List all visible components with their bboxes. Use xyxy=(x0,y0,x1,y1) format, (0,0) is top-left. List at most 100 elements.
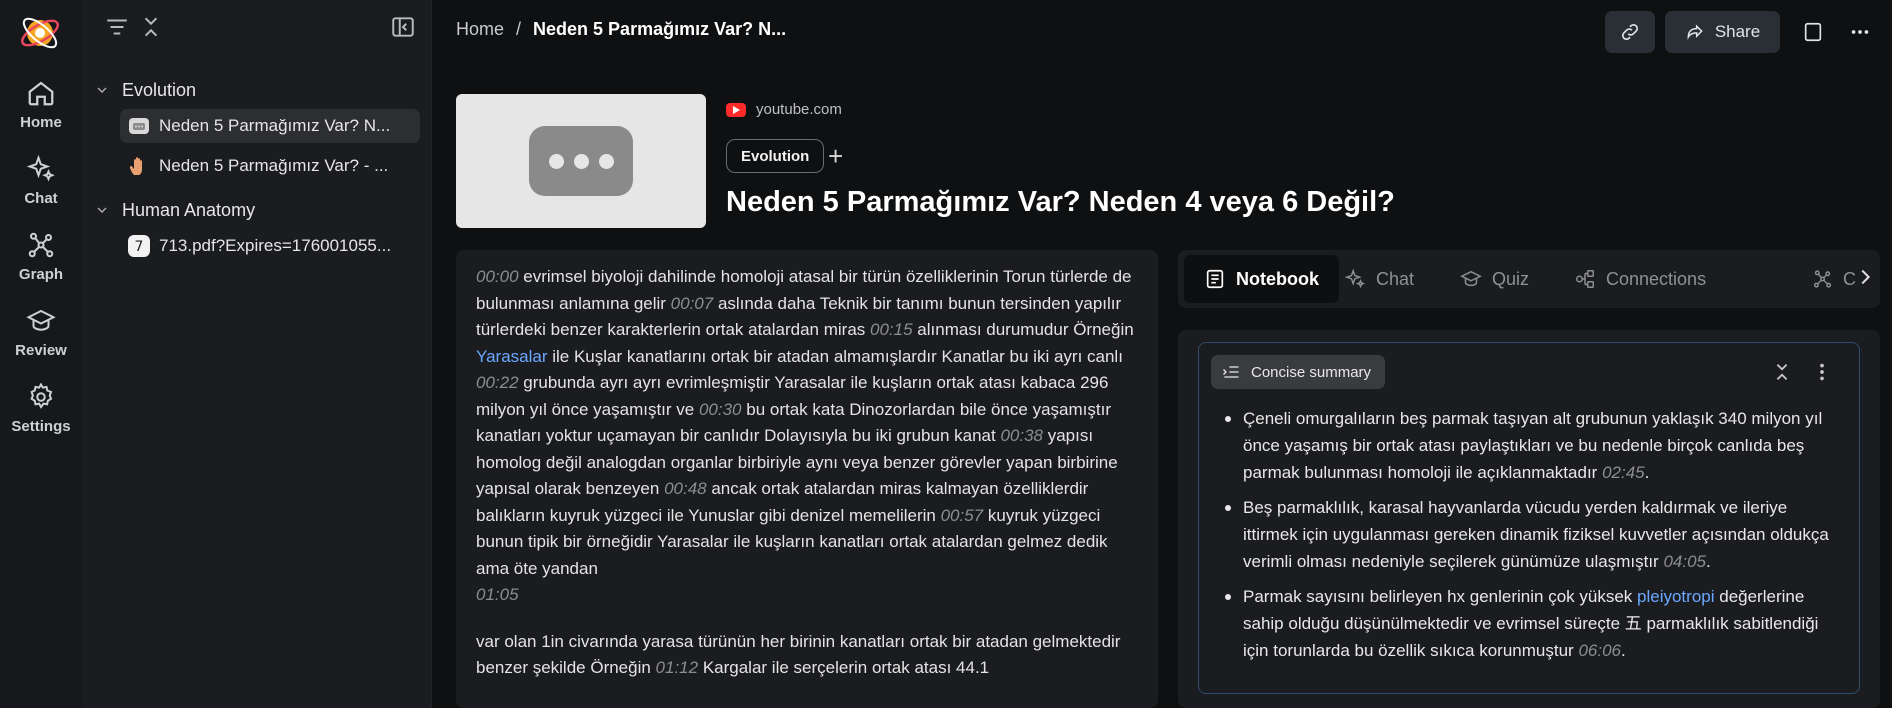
tab-label: Notebook xyxy=(1236,268,1319,289)
chevron-down-icon xyxy=(82,202,122,218)
sidebar-item-video-1[interactable]: Neden 5 Parmağımız Var? N... xyxy=(120,109,420,143)
chevron-right-icon[interactable] xyxy=(1854,266,1876,294)
tab-label: Quiz xyxy=(1492,268,1530,289)
sparkle-icon xyxy=(26,154,55,182)
transcript-paragraph: 00:00 evrimsel biyoloji dahilinde homolo… xyxy=(476,264,1138,609)
timestamp[interactable]: 01:05 xyxy=(476,585,519,604)
tree-group-human-anatomy[interactable]: Human Anatomy xyxy=(82,196,255,224)
tree-group-label: Evolution xyxy=(122,79,197,100)
collapse-all-icon[interactable] xyxy=(138,14,164,40)
nav-review-label: Review xyxy=(15,342,67,359)
nav-graph-label: Graph xyxy=(18,266,64,283)
breadcrumb-current: Neden 5 Parmağımız Var? N... xyxy=(533,19,787,39)
video-thumbnail[interactable] xyxy=(456,94,706,228)
timestamp[interactable]: 00:48 xyxy=(664,479,707,498)
home-icon xyxy=(28,81,54,106)
breadcrumb: Home / Neden 5 Parmağımız Var? N... xyxy=(456,19,786,40)
summary-card: Concise summary Çeneli omurgalıların beş… xyxy=(1198,342,1860,694)
concept-link[interactable]: Yarasalar xyxy=(476,347,548,366)
collapse-icon[interactable] xyxy=(1771,361,1793,388)
timestamp[interactable]: 00:57 xyxy=(941,506,984,525)
list-item: Çeneli omurgalıların beş parmak taşıyan … xyxy=(1225,405,1845,486)
timestamp[interactable]: 00:07 xyxy=(671,294,714,313)
breadcrumb-home[interactable]: Home xyxy=(456,19,504,40)
summary-bullets: Çeneli omurgalıların beş parmak taşıyan … xyxy=(1225,405,1845,672)
tag-chip[interactable]: Evolution xyxy=(726,139,825,173)
link-icon xyxy=(1621,23,1639,41)
timestamp[interactable]: 00:30 xyxy=(699,400,742,419)
more-horizontal-icon xyxy=(1851,30,1869,34)
list-item: Beş parmaklılık, karasal hayvanlarda vüc… xyxy=(1225,494,1845,575)
chevron-down-icon xyxy=(82,82,122,98)
gear-icon xyxy=(30,382,53,409)
nav-rail: Home Chat Graph Review Settings xyxy=(0,0,82,708)
transcript-text: alınması durumudur Örneğin xyxy=(917,320,1134,339)
nav-home[interactable]: Home xyxy=(0,78,82,131)
copy-link-button[interactable] xyxy=(1605,11,1655,53)
nav-settings-label: Settings xyxy=(11,418,71,435)
transcript-text: Kargalar ile serçelerin ortak atası 44.1 xyxy=(698,658,990,677)
sidebar-item-video-2[interactable]: Neden 5 Parmağımız Var? - ... xyxy=(120,149,420,183)
youtube-icon xyxy=(726,102,746,117)
source-link[interactable]: youtube.com xyxy=(726,101,842,118)
timestamp[interactable]: 00:00 xyxy=(476,267,519,286)
graph-icon xyxy=(1813,270,1832,288)
bullet-text: Beş parmaklılık, karasal hayvanlarda vüc… xyxy=(1243,498,1829,571)
square-icon xyxy=(1804,22,1822,42)
bullet-end: . xyxy=(1644,463,1650,482)
sidebar: Evolution Neden 5 Parmağımız Var? N... N… xyxy=(82,0,432,708)
tab-notebook[interactable]: Notebook xyxy=(1184,255,1339,303)
nav-graph[interactable]: Graph xyxy=(0,230,82,283)
timestamp[interactable]: 04:05 xyxy=(1663,552,1706,571)
nav-review[interactable]: Review xyxy=(0,306,82,359)
bullet-text: Parmak sayısını belirleyen hx genlerinin… xyxy=(1243,587,1638,606)
summary-list-icon xyxy=(1223,366,1239,378)
tree-group-label: Human Anatomy xyxy=(122,199,256,220)
summary-type-chip[interactable]: Concise summary xyxy=(1211,355,1386,389)
more-options-button[interactable] xyxy=(1840,11,1880,53)
sidebar-item-label: Neden 5 Parmağımız Var? - ... xyxy=(159,156,389,175)
layout-toggle-button[interactable] xyxy=(1795,11,1831,53)
tab-graph[interactable]: C xyxy=(1792,255,1856,303)
number-7-icon: 7 xyxy=(128,235,150,257)
timestamp[interactable]: 06:06 xyxy=(1578,641,1621,660)
page-title: Neden 5 Parmağımız Var? Neden 4 veya 6 D… xyxy=(726,186,1395,218)
notebook-icon xyxy=(1206,269,1224,289)
timestamp[interactable]: 01:12 xyxy=(656,658,699,677)
tab-label: Chat xyxy=(1376,268,1415,289)
tab-label: Connections xyxy=(1606,268,1707,289)
timestamp[interactable]: 00:38 xyxy=(1000,426,1043,445)
nav-chat[interactable]: Chat xyxy=(0,154,82,207)
svg-text:7: 7 xyxy=(135,239,144,255)
bullet-text: Çeneli omurgalıların beş parmak taşıyan … xyxy=(1243,409,1823,482)
nav-settings[interactable]: Settings xyxy=(0,382,82,435)
timestamp[interactable]: 02:45 xyxy=(1602,463,1645,482)
nav-chat-label: Chat xyxy=(24,190,58,207)
filter-icon[interactable] xyxy=(104,14,130,40)
timestamp[interactable]: 00:15 xyxy=(870,320,913,339)
share-icon xyxy=(1687,24,1703,40)
transcript-panel: 00:00 evrimsel biyoloji dahilinde homolo… xyxy=(456,250,1158,708)
add-tag-icon[interactable]: + xyxy=(828,141,843,172)
sidebar-item-label: Neden 5 Parmağımız Var? N... xyxy=(159,116,391,135)
timestamp[interactable]: 00:22 xyxy=(476,373,519,392)
app-logo[interactable] xyxy=(17,10,63,56)
source-domain: youtube.com xyxy=(756,101,842,118)
more-vertical-icon[interactable] xyxy=(1811,361,1833,388)
concept-link[interactable]: pleiyotropi xyxy=(1637,587,1715,606)
connections-icon xyxy=(1576,270,1594,288)
video-icon xyxy=(128,115,150,137)
share-label: Share xyxy=(1714,22,1761,41)
summary-chip-label: Concise summary xyxy=(1251,363,1372,381)
sidebar-item-pdf[interactable]: 7 713.pdf?Expires=176001055... xyxy=(120,229,420,263)
notebook-panel: Concise summary Çeneli omurgalıların beş… xyxy=(1178,330,1880,708)
tab-connections[interactable]: Connections xyxy=(1554,255,1726,303)
sparkle-icon xyxy=(1344,268,1366,289)
tree-group-evolution[interactable]: Evolution xyxy=(82,76,196,104)
share-button[interactable]: Share xyxy=(1665,11,1780,53)
bullet-end: . xyxy=(1620,641,1626,660)
toggle-sidebar-icon[interactable] xyxy=(390,14,416,40)
tab-chat[interactable]: Chat xyxy=(1324,255,1434,303)
graph-icon xyxy=(28,232,54,258)
tab-quiz[interactable]: Quiz xyxy=(1440,255,1549,303)
